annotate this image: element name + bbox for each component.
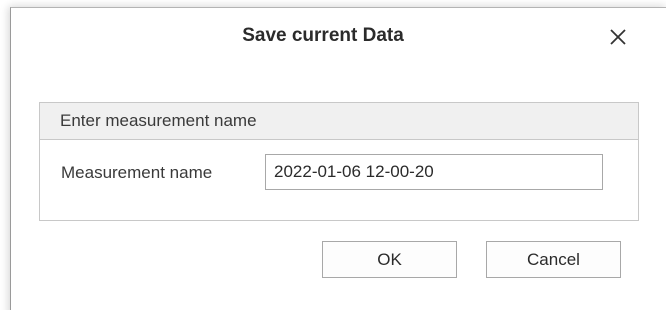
- ok-button[interactable]: OK: [322, 241, 457, 278]
- close-icon: [610, 29, 626, 45]
- measurement-name-input[interactable]: [265, 154, 603, 190]
- group-header: Enter measurement name: [40, 103, 638, 140]
- cancel-button[interactable]: Cancel: [486, 241, 621, 278]
- dialog-title: Save current Data: [242, 25, 404, 46]
- measurement-name-label: Measurement name: [61, 163, 213, 182]
- measurement-name-group: Enter measurement name Measurement name: [39, 102, 639, 221]
- screen: Save current Data Enter measurement name…: [0, 0, 666, 310]
- close-button[interactable]: [603, 22, 633, 52]
